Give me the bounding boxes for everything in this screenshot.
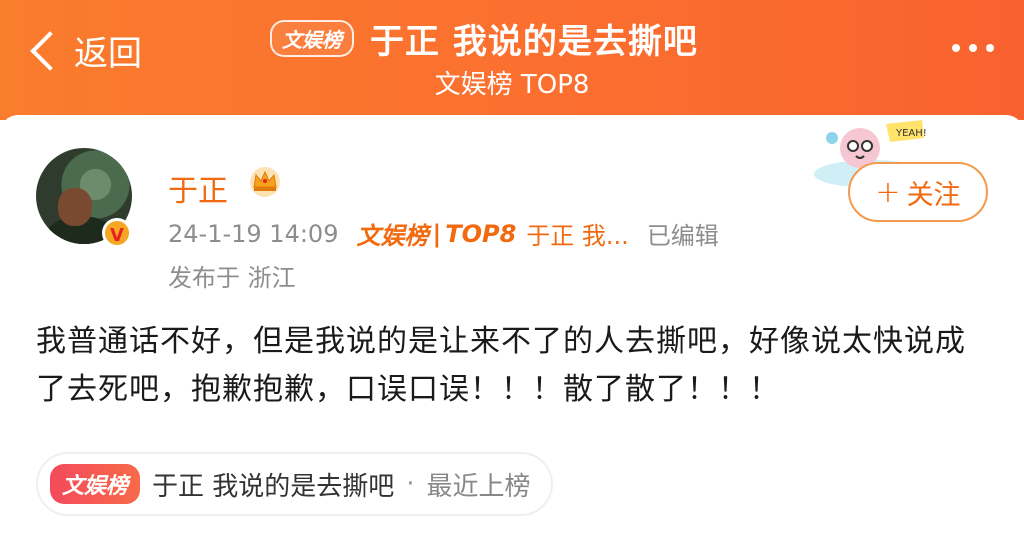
post-timestamp: 24-1-19 14:09 (168, 219, 339, 248)
avatar-face (58, 188, 92, 226)
svg-text:YEAH!: YEAH! (895, 128, 927, 139)
post-text: 我普通话不好，但是我说的是让来不了的人去撕吧，好像说太快说成了去死吧，抱歉抱歉，… (36, 324, 966, 407)
more-dot (969, 44, 977, 52)
title-row: 文娱榜 于正 我说的是去撕吧 (270, 14, 698, 63)
follow-button[interactable]: + 关注 (848, 162, 988, 222)
more-dot (952, 44, 960, 52)
topic-chip[interactable]: 文娱榜 于正 我说的是去撕吧 · 最近上榜 (36, 452, 553, 516)
verified-badge-icon: V (102, 218, 132, 248)
post-location: 发布于 浙江 (168, 264, 296, 292)
edited-label[interactable]: 已编辑 (647, 216, 719, 251)
crown-icon (250, 167, 280, 197)
username[interactable]: 于正 (168, 166, 228, 210)
source-rank[interactable]: TOP8 (445, 220, 516, 248)
topic-status: 最近上榜 (426, 471, 531, 502)
topic-title: 于正 我说的是去撕吧 (152, 471, 395, 502)
more-icon[interactable] (952, 44, 994, 52)
post-meta: 24-1-19 14:09 文娱榜 | TOP8 于正 我... 已编辑 (168, 216, 719, 251)
page-subtitle: 文娱榜 TOP8 (434, 70, 590, 100)
source-title[interactable]: 于正 我... (526, 216, 629, 251)
plus-icon: + (875, 174, 901, 210)
page-title: 于正 我说的是去撕吧 (370, 22, 698, 62)
top-bar: 返回 文娱榜 于正 我说的是去撕吧 文娱榜 TOP8 (0, 0, 1024, 120)
source-separator: | (432, 219, 442, 248)
topic-dot: · (406, 469, 415, 499)
source-brand[interactable]: 文娱榜 (356, 216, 428, 251)
follow-label: 关注 (906, 179, 961, 211)
more-dot (986, 44, 994, 52)
topic-badge: 文娱榜 (50, 464, 141, 504)
brand-pill: 文娱榜 (270, 20, 354, 57)
